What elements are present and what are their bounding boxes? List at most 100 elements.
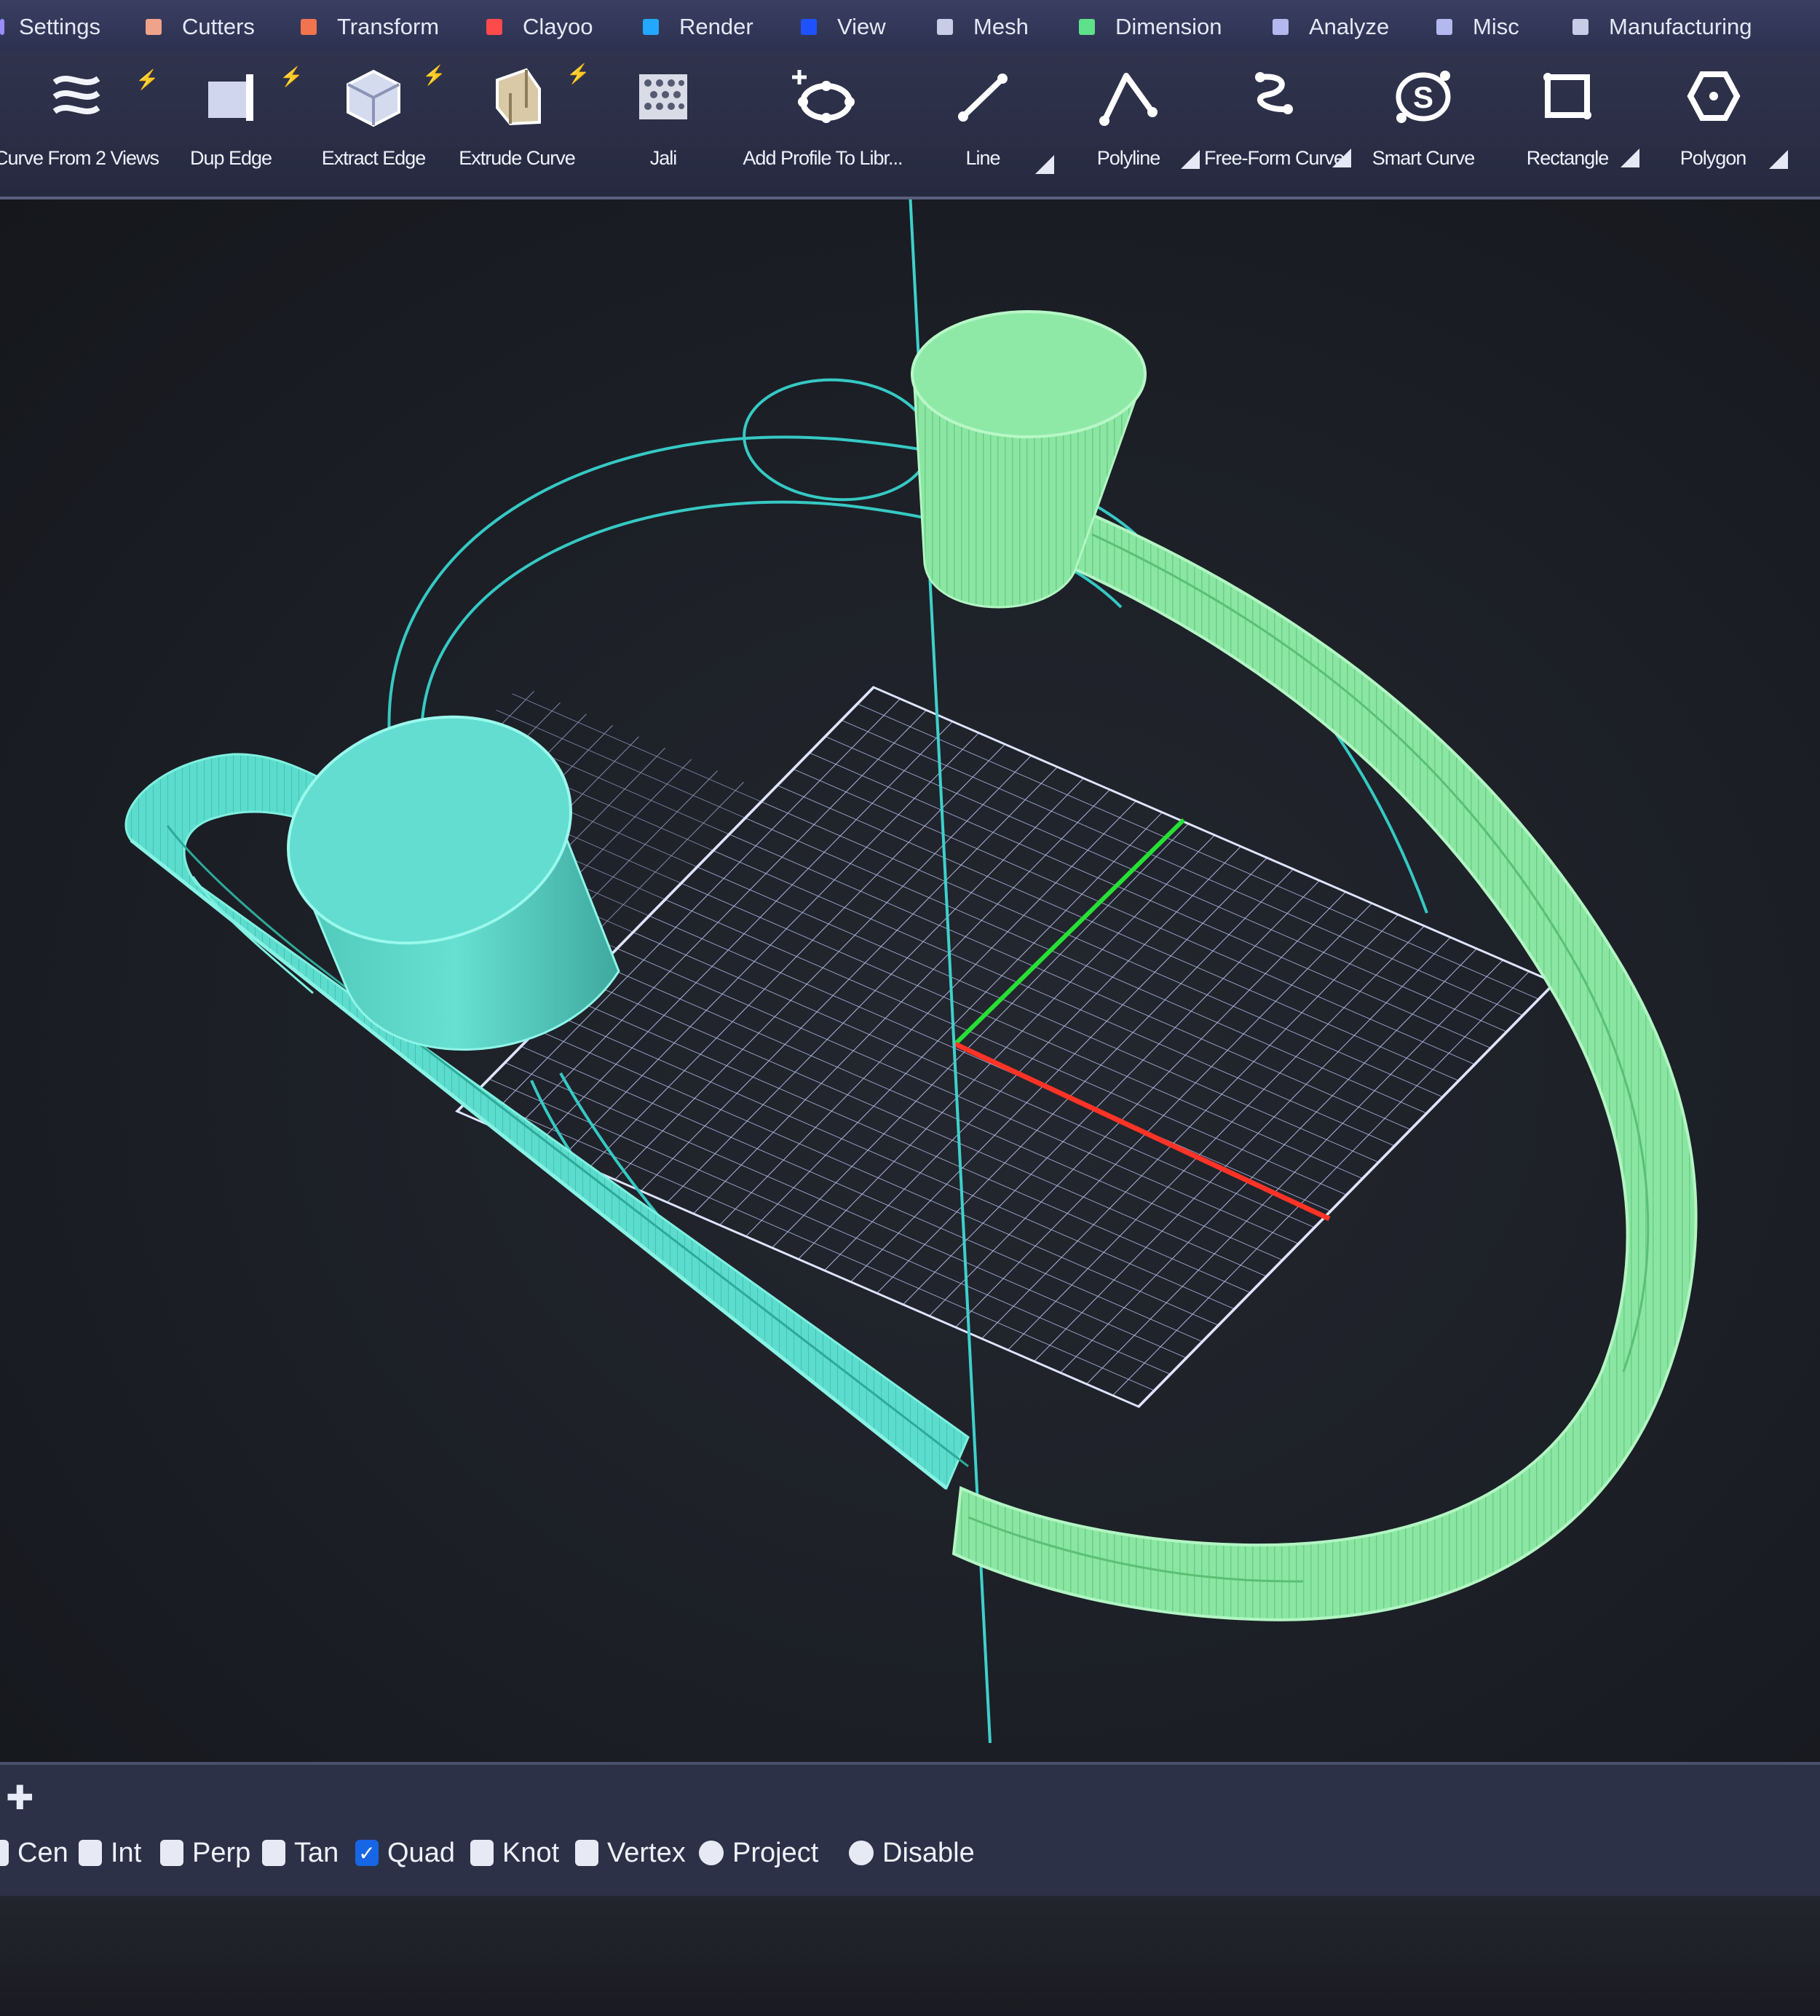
crosshair-cursor-icon: ✚ xyxy=(6,1779,34,1817)
jali-button[interactable]: Jali xyxy=(587,57,740,188)
tab-label: Dimension xyxy=(1115,14,1222,39)
viewport-scene xyxy=(124,199,1698,1744)
tool-label: Polygon xyxy=(1679,147,1747,169)
render-tab-icon xyxy=(643,19,659,35)
tool-label: Jali xyxy=(649,147,678,169)
osnap-bar: ✚ Cen Int Perp Tan ✓ Quad Knot Vertex Pr… xyxy=(0,1762,1820,1896)
snap-cen[interactable]: Cen xyxy=(0,1835,68,1871)
smart-curve-icon: S xyxy=(1383,57,1463,137)
view-tab-icon xyxy=(801,19,817,35)
add-profile-button[interactable]: Add Profile To Libr... xyxy=(739,57,906,188)
tab-label: Misc xyxy=(1473,14,1519,39)
line-icon xyxy=(943,57,1023,137)
snap-label: Cen xyxy=(17,1837,68,1868)
tab-label: Analyze xyxy=(1309,14,1390,39)
snap-perp[interactable]: Perp xyxy=(160,1835,250,1871)
ribbon-toolbar: Curve From 2 Views ⚡ Dup Edge ⚡ Extract … xyxy=(0,51,1820,199)
tab-analyze[interactable]: Analyze xyxy=(1273,10,1389,44)
snap-label: Vertex xyxy=(607,1837,686,1868)
curve-from-2-views-button[interactable]: Curve From 2 Views xyxy=(0,57,159,188)
tab-label: Clayoo xyxy=(523,14,593,39)
dimension-tab-icon xyxy=(1079,19,1095,35)
tool-label: Extract Edge xyxy=(321,147,427,169)
checkbox[interactable] xyxy=(79,1840,102,1866)
snap-label: Tan xyxy=(294,1837,339,1868)
polygon-icon xyxy=(1673,57,1753,137)
tab-render[interactable]: Render xyxy=(643,10,753,44)
free-form-curve-icon xyxy=(1234,57,1314,137)
ribbon-tab-bar: Settings Cutters Transform Clayoo Render… xyxy=(0,0,1820,52)
polygon-button[interactable]: Polygon xyxy=(1637,57,1789,188)
tab-transform[interactable]: Transform xyxy=(301,10,439,44)
snap-label: Int xyxy=(111,1837,142,1868)
curve-from-2-views-icon xyxy=(36,57,116,137)
svg-text:S: S xyxy=(1413,80,1433,114)
lower-panel xyxy=(0,1896,1820,2016)
tab-label: Manufacturing xyxy=(1609,14,1752,39)
snap-knot[interactable]: Knot xyxy=(470,1835,559,1871)
tab-label: View xyxy=(837,14,886,39)
checkbox[interactable] xyxy=(470,1840,494,1866)
snap-project[interactable]: Project xyxy=(699,1835,818,1871)
snap-label: Project xyxy=(732,1837,819,1868)
tab-label: Transform xyxy=(337,14,440,39)
snap-label: Quad xyxy=(387,1837,455,1868)
tool-label: Free-Form Curve xyxy=(1203,147,1345,169)
analyze-tab-icon xyxy=(1273,19,1289,35)
checkbox[interactable] xyxy=(160,1840,183,1866)
rectangle-button[interactable]: Rectangle xyxy=(1491,57,1644,188)
cutters-tab-icon xyxy=(146,19,162,35)
checkbox[interactable] xyxy=(262,1840,285,1866)
tool-label: Polyline xyxy=(1096,147,1161,169)
checkbox[interactable] xyxy=(849,1841,874,1865)
tab-label: Render xyxy=(679,14,753,39)
tab-mesh[interactable]: Mesh xyxy=(937,10,1029,44)
tab-cutters[interactable]: Cutters xyxy=(146,10,255,44)
tool-label: Add Profile To Libr... xyxy=(743,147,903,169)
polyline-icon xyxy=(1088,57,1168,137)
snap-int[interactable]: Int xyxy=(79,1835,141,1871)
smart-curve-button[interactable]: S Smart Curve xyxy=(1347,57,1500,188)
settings-tab-icon xyxy=(0,19,4,35)
rectangle-icon xyxy=(1527,57,1607,137)
checkbox-checked[interactable]: ✓ xyxy=(355,1840,379,1866)
manufacturing-tab-icon xyxy=(1572,19,1588,35)
tab-misc[interactable]: Misc xyxy=(1436,10,1519,44)
tool-label: Curve From 2 Views xyxy=(0,147,159,169)
free-form-curve-button[interactable]: Free-Form Curve xyxy=(1194,57,1354,188)
snap-vertex[interactable]: Vertex xyxy=(575,1835,686,1871)
checkbox[interactable] xyxy=(0,1840,9,1866)
tab-label: Mesh xyxy=(973,14,1029,39)
tab-label: Cutters xyxy=(182,14,255,39)
tab-dimension[interactable]: Dimension xyxy=(1079,10,1222,44)
tool-label: Dup Edge xyxy=(189,147,272,169)
checkbox[interactable] xyxy=(699,1841,724,1865)
snap-tan[interactable]: Tan xyxy=(262,1835,339,1871)
jali-icon xyxy=(623,57,703,137)
snap-label: Knot xyxy=(502,1837,560,1868)
clayoo-tab-icon xyxy=(486,19,502,35)
checkbox[interactable] xyxy=(575,1840,598,1866)
tab-manufacturing[interactable]: Manufacturing xyxy=(1572,10,1752,44)
tool-label: Line xyxy=(965,147,1000,169)
snap-disable[interactable]: Disable xyxy=(849,1835,975,1871)
dup-edge-icon xyxy=(191,57,271,137)
snap-quad[interactable]: ✓ Quad xyxy=(355,1835,455,1871)
mesh-tab-icon xyxy=(937,19,953,35)
tab-view[interactable]: View xyxy=(801,10,886,44)
tool-label: Rectangle xyxy=(1526,147,1610,169)
perspective-viewport[interactable] xyxy=(0,199,1820,1762)
misc-tab-icon xyxy=(1436,19,1452,35)
tab-clayoo[interactable]: Clayoo xyxy=(486,10,593,44)
snap-label: Disable xyxy=(882,1837,975,1868)
extrude-curve-icon xyxy=(477,57,557,137)
tool-label: Extrude Curve xyxy=(459,147,576,169)
add-profile-icon xyxy=(783,57,863,137)
snap-label: Perp xyxy=(192,1837,251,1868)
extract-edge-icon xyxy=(333,57,414,137)
tab-label: Settings xyxy=(19,14,101,39)
transform-tab-icon xyxy=(301,19,317,35)
tab-settings[interactable]: Settings xyxy=(0,10,100,44)
polygon-dropdown-arrow[interactable] xyxy=(1769,150,1788,169)
tool-label: Smart Curve xyxy=(1372,147,1476,169)
